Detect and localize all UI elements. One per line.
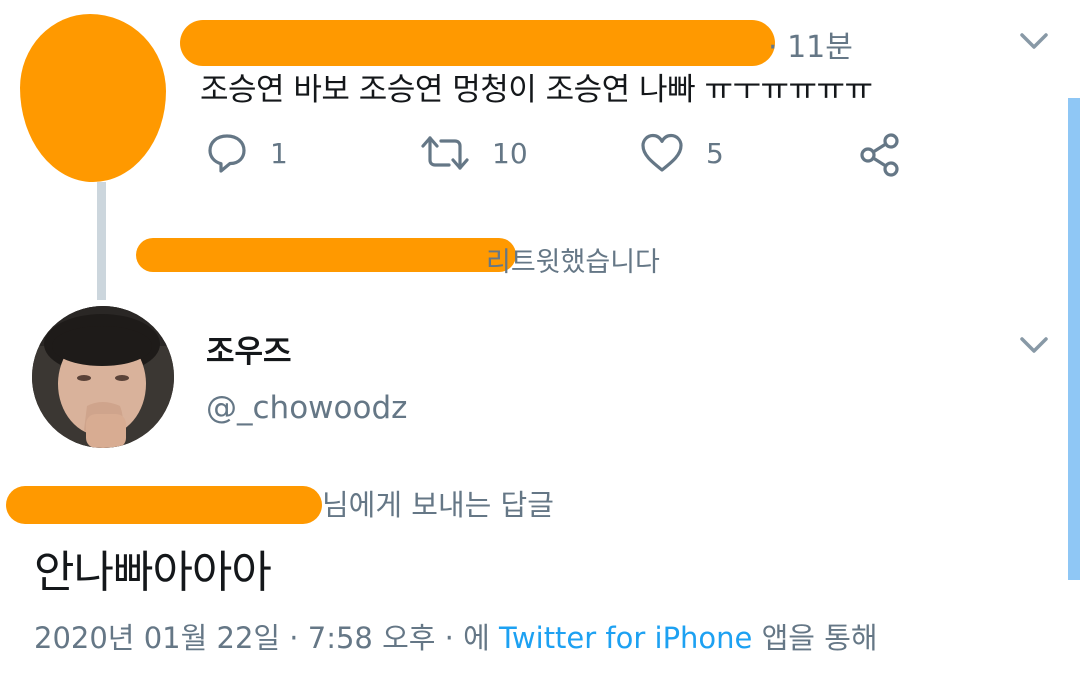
source-suffix: 앱을 통해 bbox=[752, 621, 878, 655]
display-name[interactable]: 조우즈 bbox=[206, 326, 292, 371]
retweet-notice: 리트윗했습니다 bbox=[486, 247, 660, 278]
reply-to-redaction bbox=[6, 486, 322, 524]
tweet-meta: 2020년 01월 22일 · 7:58 오후 · 에 Twitter for … bbox=[34, 615, 878, 657]
reply-count: 1 bbox=[270, 136, 288, 170]
tweet-timestamp: · 11분 bbox=[768, 30, 853, 65]
avatar-redaction[interactable] bbox=[20, 14, 166, 182]
reply-to-label: 님에게 보내는 답글 bbox=[322, 488, 554, 522]
like-button[interactable]: 5 bbox=[640, 132, 724, 174]
like-count: 5 bbox=[706, 136, 724, 170]
scrollbar[interactable] bbox=[1068, 98, 1080, 580]
chevron-down-icon[interactable] bbox=[1018, 334, 1050, 356]
retweet-count: 10 bbox=[492, 136, 528, 170]
retweeter-redaction bbox=[136, 238, 516, 272]
like-icon bbox=[641, 133, 683, 172]
thread-line bbox=[97, 182, 106, 300]
tweet-text: 조승연 바보 조승연 멍청이 조승연 나빠 ㅠㅜㅠㅠㅠㅠ bbox=[200, 72, 873, 108]
reply-icon bbox=[208, 134, 246, 173]
reply-button[interactable]: 1 bbox=[206, 132, 288, 174]
tweet-datetime: 2020년 01월 22일 · 7:58 오후 · 에 bbox=[34, 621, 499, 655]
chevron-down-icon[interactable] bbox=[1018, 30, 1050, 52]
reply-tweet-text: 안나빠아아아 bbox=[34, 547, 272, 598]
author-redaction bbox=[180, 20, 775, 66]
user-handle[interactable]: @_chowoodz bbox=[206, 390, 407, 426]
share-icon[interactable] bbox=[858, 132, 902, 178]
retweet-icon bbox=[421, 136, 469, 170]
retweet-button[interactable]: 10 bbox=[420, 132, 528, 174]
avatar[interactable] bbox=[32, 306, 174, 448]
source-link[interactable]: Twitter for iPhone bbox=[499, 621, 752, 655]
